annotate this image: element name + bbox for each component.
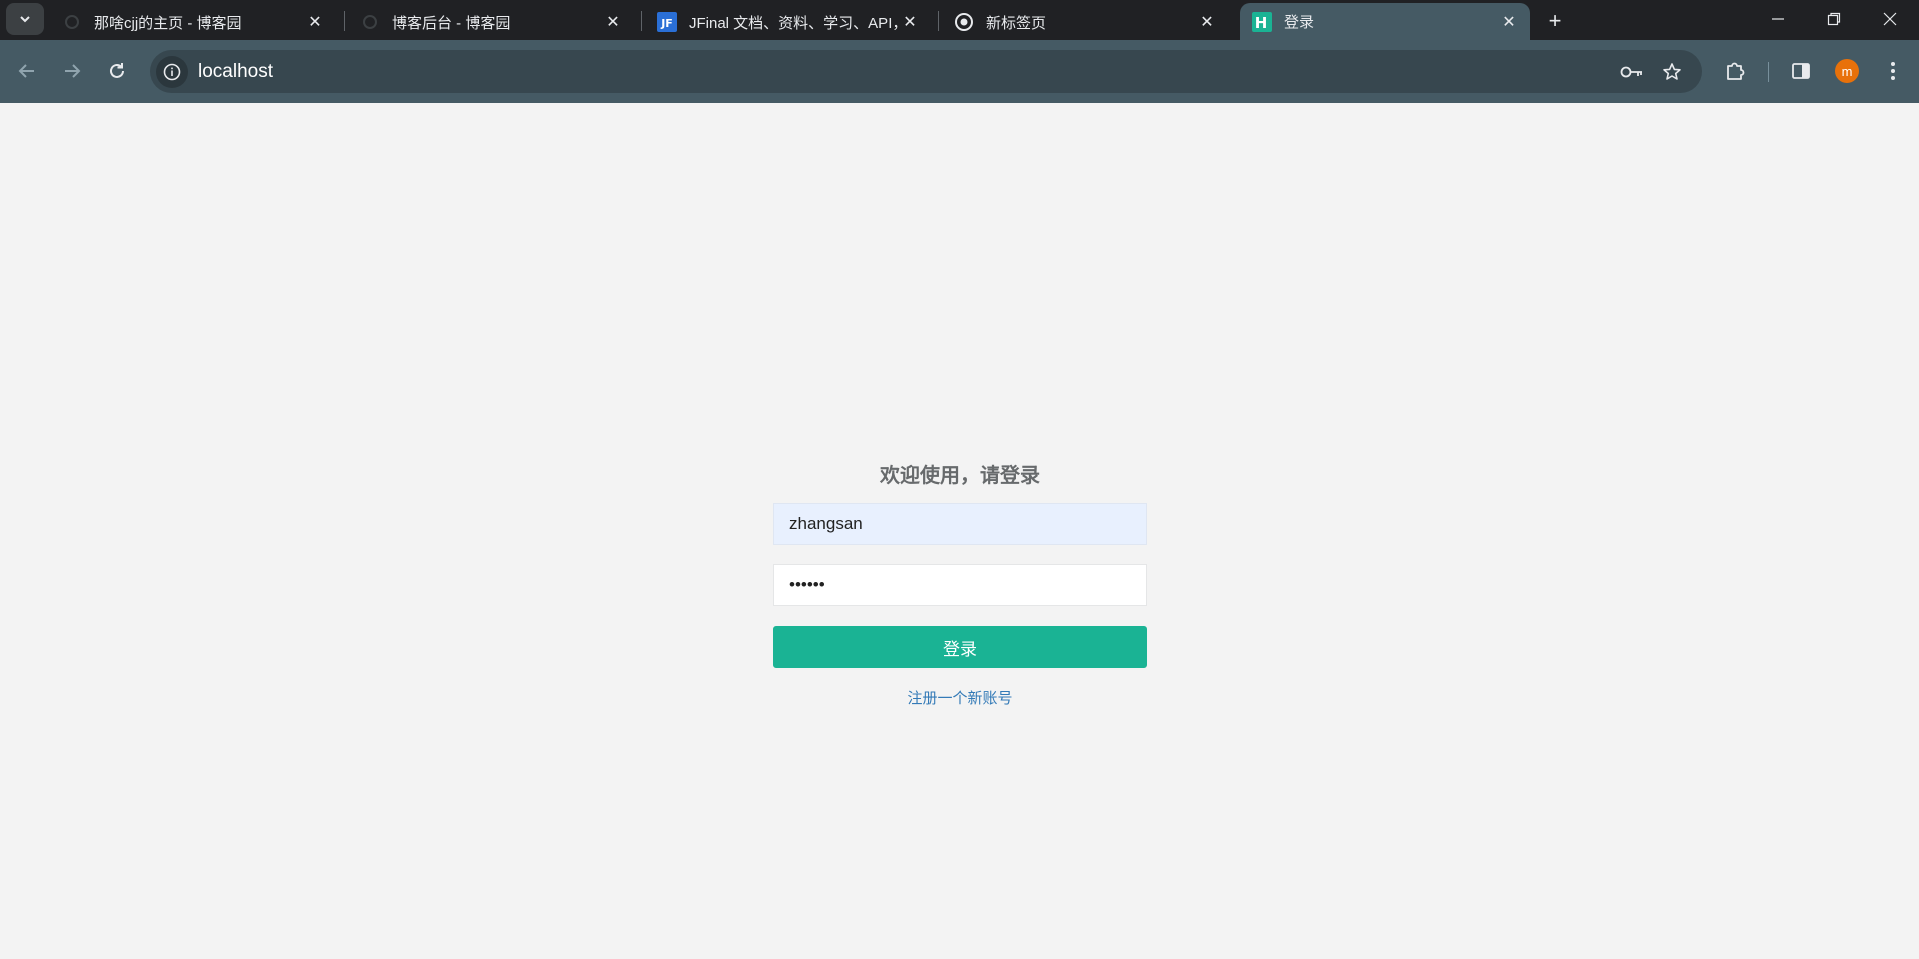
side-panel-icon[interactable] [1784,54,1818,88]
tab-title: JFinal 文档、资料、学习、API， [689,14,899,32]
tab-close-icon[interactable]: ✕ [1196,11,1218,33]
cnblogs-favicon-icon [62,12,82,32]
chrome-icon [954,12,974,32]
tab-search-button[interactable] [6,3,44,35]
tab-close-icon[interactable]: ✕ [1498,11,1520,33]
svg-text:JF: JF [660,17,673,30]
browser-toolbar: localhost m [0,40,1919,103]
tab-title: 那啥cjj的主页 - 博客园 [94,14,242,32]
address-url[interactable]: localhost [198,61,273,83]
tab-title: 登录 [1284,14,1315,31]
tab-login[interactable]: H 登录 ✕ [1240,3,1530,40]
close-window-icon[interactable] [1862,0,1918,38]
register-link[interactable]: 注册一个新账号 [773,687,1147,708]
tab-jfinal[interactable]: JF JFinal 文档、资料、学习、API， ✕ [645,4,931,40]
svg-text:H: H [1255,14,1268,32]
extensions-icon[interactable] [1718,54,1752,88]
chevron-down-icon [20,16,30,23]
minimize-icon[interactable] [1750,0,1806,38]
reload-button[interactable] [100,54,134,88]
arrow-right-icon [65,64,81,78]
cnblogs-favicon-icon [360,12,380,32]
tab-title: 博客后台 - 博客园 [392,14,511,32]
tab-separator [641,11,642,31]
h-favicon-icon: H [1252,11,1272,32]
address-bar[interactable]: localhost [150,50,1702,93]
restore-icon[interactable] [1806,0,1862,38]
login-page: 欢迎使用，请登录 登录 注册一个新账号 [0,103,1919,959]
tab-close-icon[interactable]: ✕ [899,11,921,33]
tab-new-tab-page[interactable]: 新标签页 ✕ [942,4,1228,40]
jfinal-favicon-icon: JF [657,12,677,32]
tab-cnblogs-home[interactable]: 那啥cjj的主页 - 博客园 ✕ [50,4,336,40]
back-button[interactable] [10,54,44,88]
tab-strip: 那啥cjj的主页 - 博客园 ✕ 博客后台 - 博客园 ✕ JF JFinal … [0,0,1919,40]
reload-icon [110,63,124,78]
login-button[interactable]: 登录 [773,626,1147,668]
tab-close-icon[interactable]: ✕ [304,11,326,33]
tab-close-icon[interactable]: ✕ [602,11,624,33]
password-input[interactable] [773,564,1147,606]
tab-title: 新标签页 [986,14,1047,32]
arrow-left-icon [18,64,34,78]
tab-separator [938,11,939,31]
page-title: 欢迎使用，请登录 [880,465,1040,487]
key-icon[interactable] [1616,56,1648,88]
toolbar-separator [1768,62,1769,82]
profile-button[interactable]: m [1830,54,1864,88]
tab-cnblogs-admin[interactable]: 博客后台 - 博客园 ✕ [348,4,634,40]
star-icon[interactable] [1656,56,1688,88]
tab-separator [344,11,345,31]
username-input[interactable] [773,503,1147,545]
menu-icon[interactable] [1876,54,1910,88]
avatar: m [1835,59,1859,83]
forward-button[interactable] [55,54,89,88]
site-info-icon[interactable] [156,55,188,88]
new-tab-button[interactable]: + [1540,6,1570,36]
